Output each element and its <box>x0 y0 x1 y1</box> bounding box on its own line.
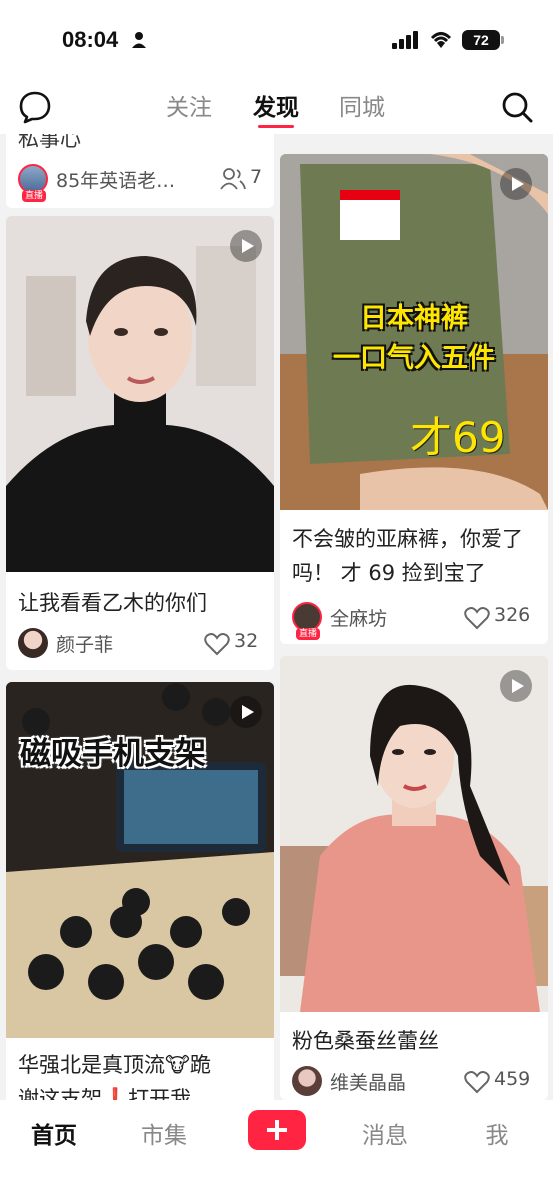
active-tab-indicator <box>258 125 294 128</box>
video-play-icon <box>230 230 262 262</box>
author-row[interactable]: 颜子菲 32 <box>16 626 266 662</box>
cover-price-text: 才69 <box>410 413 506 462</box>
publish-button[interactable] <box>248 1110 306 1150</box>
avatar <box>292 1066 322 1096</box>
tab-me[interactable]: 我 <box>457 1116 537 1150</box>
note-title: 不会皱的亚麻裤，你爱了吗！ 才 69 捡到宝了 <box>292 527 523 585</box>
wifi-icon <box>430 32 452 48</box>
author-name: 全麻坊 <box>330 608 388 630</box>
note-card[interactable]: 私事心 直播 85年英语老… 7 <box>6 134 274 208</box>
cover-overlay-text: 日本神裤 <box>360 303 468 334</box>
cover-image: 磁吸手机支架 <box>6 682 274 1038</box>
note-title: 私事心 <box>18 134 81 151</box>
author-name: 85年英语老… <box>56 170 176 192</box>
note-card[interactable]: 让我看看乙木的你们 颜子菲 32 <box>6 216 274 670</box>
tab-follow[interactable]: 关注 <box>154 88 224 122</box>
note-title-line2: 谢这支架❗️打开我 <box>18 1087 192 1100</box>
participant-count: 7 <box>250 166 263 188</box>
like-count: 32 <box>234 630 259 652</box>
status-bar: 08:04 72 <box>0 0 553 78</box>
cover-overlay-text: 一口气入五件 <box>333 343 495 374</box>
heart-icon[interactable] <box>464 1070 490 1094</box>
heart-icon[interactable] <box>204 632 230 656</box>
note-card[interactable]: 磁吸手机支架 华强北是真顶流🐮跪 谢这支架❗️打开我 <box>6 682 274 1100</box>
feed: 私事心 直播 85年英语老… 7 让我看看乙木的你们 颜子菲 32 磁吸手机支架… <box>0 134 553 1100</box>
note-card[interactable]: 日本神裤 一口气入五件 才69 不会皱的亚麻裤，你爱了吗！ 才 69 捡到宝了 … <box>280 154 548 644</box>
person-icon <box>132 32 146 48</box>
cellular-signal-icon <box>392 31 418 49</box>
heart-icon[interactable] <box>464 606 490 630</box>
video-play-icon <box>500 168 532 200</box>
tab-discover[interactable]: 发现 <box>241 88 311 122</box>
tab-messages[interactable]: 消息 <box>345 1116 425 1150</box>
status-time: 08:04 <box>62 27 119 52</box>
battery-tip <box>501 36 504 44</box>
plus-icon <box>267 1120 287 1140</box>
video-play-icon <box>500 670 532 702</box>
note-title: 让我看看乙木的你们 <box>18 591 207 615</box>
like-count: 459 <box>494 1068 531 1090</box>
live-badge: 直播 <box>296 628 321 640</box>
note-card[interactable]: 粉色桑蚕丝蕾丝 维美晶晶 459 <box>280 656 548 1100</box>
search-icon[interactable] <box>500 90 534 124</box>
cover-image <box>280 656 548 1012</box>
live-badge: 直播 <box>22 190 47 202</box>
video-play-icon <box>230 696 262 728</box>
author-row[interactable]: 维美晶晶 459 <box>290 1064 540 1100</box>
author-name: 颜子菲 <box>56 634 114 656</box>
chat-bubble-icon[interactable] <box>18 90 52 124</box>
note-title: 粉色桑蚕丝蕾丝 <box>292 1029 439 1053</box>
tab-market[interactable]: 市集 <box>124 1116 204 1150</box>
cover-image <box>6 216 274 572</box>
avatar <box>18 628 48 658</box>
tab-nearby[interactable]: 同城 <box>327 88 397 122</box>
bottom-tab-bar: 首页 市集 消息 我 <box>0 1100 553 1200</box>
people-icon <box>220 168 246 190</box>
battery-icon: 72 <box>462 30 500 50</box>
author-name: 维美晶晶 <box>330 1072 407 1094</box>
note-title: 华强北是真顶流🐮跪 <box>18 1053 211 1077</box>
cover-image: 日本神裤 一口气入五件 才69 <box>280 154 548 510</box>
portrait-illustration <box>6 216 274 572</box>
tab-home[interactable]: 首页 <box>14 1116 94 1150</box>
top-nav: 关注 发现 同城 <box>0 78 553 134</box>
author-row[interactable]: 直播 85年英语老… 7 <box>16 162 266 202</box>
author-row[interactable]: 直播 全麻坊 326 <box>290 600 540 640</box>
cover-overlay-text: 磁吸手机支架 <box>20 736 206 772</box>
portrait-illustration <box>280 656 548 1012</box>
like-count: 326 <box>494 604 531 626</box>
